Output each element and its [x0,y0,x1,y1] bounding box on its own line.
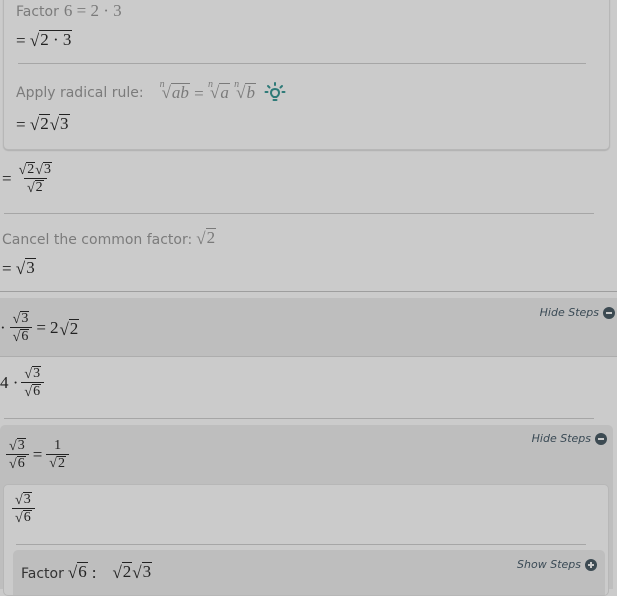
root-index: n [159,78,165,90]
coefficient: 2 [49,318,59,338]
hide-steps-label: Hide Steps [539,306,599,319]
lightbulb-icon[interactable] [264,82,286,104]
equals-sign: = [16,114,26,134]
show-steps-button[interactable]: Show Steps [517,558,597,571]
equals-sign: = [2,169,12,189]
equals-sign: = [2,258,12,278]
equals-sign: = [36,318,46,338]
sqrt-arg: 2 [34,180,44,196]
sqrt-arg: 2 [56,455,66,471]
fraction-1-over-sqrt2: 1 √ 2 [46,438,69,471]
sqrt-arg: 2 [26,162,36,177]
step-cancel-common-factor: Cancel the common factor: √ 2 [2,228,217,249]
divider [0,291,617,292]
root-arg: ab [170,82,190,102]
section-body-expression: 4 · √ 3 √ 6 [0,366,45,400]
sqrt-arg: 6 [32,384,42,400]
sqrt-arg: 2 [68,318,80,338]
hide-steps-button[interactable]: Hide Steps [540,306,615,319]
show-steps-label: Show Steps [517,558,581,571]
cancel-factor: √ 2 [196,228,217,248]
dot-operator: · [0,318,6,338]
hide-steps-label: Hide Steps [531,432,591,445]
sqrt-arg: 6 [16,456,26,472]
fraction-sqrt3-over-sqrt6: √ 3 √ 6 [21,366,45,400]
radical-steps-panel [3,0,610,150]
hide-steps-button[interactable]: Hide Steps [532,432,607,445]
section-expression: √ 3 √ 6 = 1 √ 2 [6,438,69,472]
sqrt-arg: 6 [77,562,88,581]
sqrt-arg: 2 [121,562,133,581]
sqrt-arg: 3 [16,438,26,453]
root-arg: a [219,82,230,102]
divider [16,544,586,545]
step-label: Factor [21,565,64,582]
section-expression: · √ 3 √ 6 = 2 √ 2 [0,311,80,345]
section-body-expression: √ 3 √ 6 [12,492,35,526]
divider [4,418,594,419]
sqrt-arg: 2 [39,114,50,133]
equals-sign: = [194,83,204,103]
root-index: n [208,78,213,90]
step-factor-6: Factor 6 = 2 · 3 [16,1,122,21]
sqrt-arg: 2 [205,228,217,247]
sqrt-arg: 2 · 3 [39,30,73,49]
minus-circle-icon [595,432,607,445]
sqrt-3: √ 3 [49,114,70,134]
section-header-simplify [0,298,617,357]
cancel-result: = √ 3 [2,258,36,278]
step-label: Factor [16,4,59,20]
root-index: n [234,78,240,90]
step-apply-radical-rule: Apply radical rule: n √ ab = n √ a n √ b [16,78,286,104]
radical-rule-formula: n √ ab = n √ a n √ b [159,78,256,103]
sqrt-expression: √ 2 · 3 [29,30,73,50]
fraction: √ 2 √ 3 √ 2 [18,162,52,196]
fraction-sqrt2sqrt3-over-sqrt2: = √ 2 √ 3 √ 2 [2,162,55,196]
plus-circle-icon [585,558,597,571]
divider [4,213,594,214]
fraction-sqrt3-over-sqrt6: √ 3 √ 6 [6,438,29,472]
colon: : [91,562,97,582]
sqrt-arg: 6 [20,329,30,345]
substep-factor-sqrt6: Factor √ 6 : √ 2 √ 3 [21,562,153,582]
sqrt-arg: 6 [22,510,32,526]
fraction-sqrt3-over-sqrt6: √ 3 √ 6 [9,311,33,345]
step-result-sqrt-2x3: = √ 2 · 3 [16,30,73,51]
sqrt-arg: 3 [42,162,52,177]
equals-sign: = [16,30,26,50]
fraction-sqrt3-over-sqrt6: √ 3 √ 6 [12,492,35,526]
root-arg: b [245,82,256,102]
sqrt-arg: 3 [20,311,30,326]
sqrt-arg: 3 [141,562,153,581]
sqrt-arg: 3 [25,258,36,277]
sqrt-2: √ 2 [29,114,50,134]
divider [18,63,586,64]
factor-expression: 6 = 2 · 3 [63,1,122,20]
coefficient-4: 4 · [0,373,19,393]
step-label: Cancel the common factor: [2,231,193,248]
equals-sign: = [32,445,43,465]
step-label: Apply radical rule: [16,85,144,101]
numerator: 1 [54,438,62,454]
sqrt-arg: 3 [32,366,42,381]
step-result-sqrt2-sqrt3: = √ 2 √ 3 [16,114,70,135]
minus-circle-icon [603,306,615,319]
sqrt-arg: 3 [59,114,70,133]
sqrt-arg: 3 [22,492,32,507]
